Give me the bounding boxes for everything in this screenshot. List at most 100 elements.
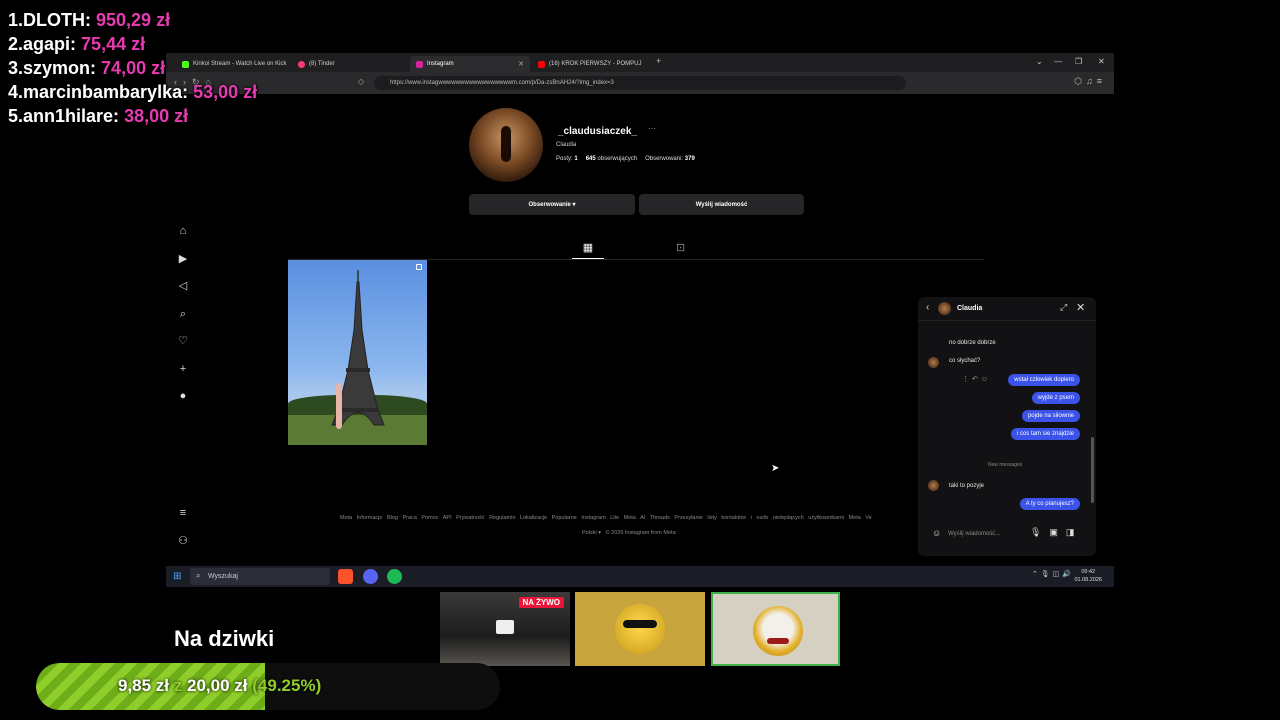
following-count[interactable]: Obserwowani: 379 — [645, 156, 695, 162]
message-incoming: no dobrze dobrze — [949, 340, 996, 346]
direct-icon[interactable]: ◁ — [176, 279, 190, 293]
posts-grid-icon[interactable]: ▦ — [572, 241, 604, 259]
chat-panel: ‹ Claudia ⤢ ✕ no dobrze dobrze co słycha… — [918, 297, 1096, 556]
new-messages-divider: New messages — [988, 462, 1023, 468]
tab-label: Instagram — [427, 61, 454, 67]
leaderboard-amount: 950,29 zł — [96, 10, 171, 30]
taskbar-search[interactable]: Wyszukaj — [190, 568, 330, 585]
leaderboard-row: 5.ann1hilare: 38,00 zł — [8, 104, 257, 128]
close-icon[interactable]: ✕ — [1076, 301, 1085, 314]
close-window-icon[interactable]: ✕ — [1098, 57, 1105, 66]
chat-scrollbar[interactable] — [1091, 437, 1094, 503]
tab-label: (8) Tinder — [309, 61, 335, 67]
chat-header: ‹ Claudia ⤢ ✕ — [918, 297, 1096, 321]
search-icon[interactable]: ⌕ — [176, 307, 190, 321]
message-outgoing: A ty co planujesz? — [1019, 498, 1080, 510]
donation-leaderboard: 1.DLOTH: 950,29 zł 2.agapi: 75,44 zł 3.s… — [8, 8, 257, 128]
youtube-icon — [538, 60, 545, 68]
sunglasses-icon — [623, 620, 657, 628]
message-incoming: co słychać? — [949, 358, 981, 364]
webcam-tile-live: NA ŻYWO — [440, 592, 570, 666]
profile-stats: Posty: 1 645 obserwujących Obserwowani: … — [556, 156, 695, 162]
joker-face-icon — [753, 606, 803, 656]
windows-taskbar: ⊞ Wyszukaj ⌕ ⌃🎙◫🔊 09:42 01.08.2026 — [166, 566, 1114, 587]
profile-avatar-icon[interactable]: ● — [176, 389, 190, 403]
brave-icon[interactable] — [338, 569, 353, 584]
chat-avatar[interactable] — [938, 302, 951, 315]
mouse-cursor-icon: ➤ — [771, 463, 780, 474]
footer-links[interactable]: Meta Informacje Blog Praca Pomoc API Pry… — [340, 515, 872, 521]
url-input[interactable]: https://www.instagwwwwwwwwwwwwwwwwwm.com… — [374, 76, 906, 90]
post-person — [336, 383, 342, 429]
followers-count[interactable]: 645 obserwujących — [586, 156, 637, 162]
home-icon[interactable]: ⌂ — [176, 224, 190, 238]
language-select[interactable]: Polski ▾ — [582, 530, 601, 536]
bookmark-icon[interactable]: ◇ — [358, 77, 364, 86]
back-arrow-icon[interactable]: ‹ — [926, 302, 929, 313]
live-badge: NA ŻYWO — [518, 597, 564, 608]
heart-icon[interactable]: ♡ — [176, 334, 190, 348]
leaderboard-amount: 74,00 zł — [101, 58, 166, 78]
create-icon[interactable]: + — [176, 362, 190, 376]
search-icon: ⌕ — [196, 571, 201, 580]
goal-current: 9,85 zł — [118, 676, 170, 695]
more-options-icon[interactable]: ··· — [648, 124, 656, 133]
goal-text: 9,85 zł z 20,00 zł (49.25%) — [118, 676, 321, 696]
windows-start-icon[interactable]: ⊞ — [173, 571, 181, 582]
extensions-icon[interactable]: ⬡♫≡ — [1074, 76, 1106, 87]
address-bar: ‹›↻⌂ ◇ https://www.instagwwwwwwwwwwwwwww… — [166, 72, 1114, 94]
meta-apps-icon[interactable]: ⚇ — [176, 534, 190, 548]
eiffel-tower-image — [331, 270, 385, 426]
restore-icon[interactable]: ❐ — [1075, 57, 1082, 66]
leaderboard-amount: 53,00 zł — [193, 82, 258, 102]
goal-title: Na dziwki — [174, 626, 275, 651]
tab-instagram[interactable]: Instagram ✕ — [410, 56, 530, 72]
message-outgoing: i cos tam sie znajdzie — [1010, 428, 1080, 440]
goal-percent: (49.25%) — [252, 676, 322, 695]
webcam-tile-emoji — [575, 592, 705, 666]
profile-fullname: Claudia — [556, 142, 577, 148]
leaderboard-row: 4.marcinbambarylka: 53,00 zł — [8, 80, 257, 104]
instagram-page: ⌂ ▶ ◁ ⌕ ♡ + ● ≡ ⚇ _claudusiaczek_ ··· Cl… — [166, 94, 1114, 566]
posts-count: Posty: 1 — [556, 156, 578, 162]
send-message-button[interactable]: Wyślij wiadomość — [639, 194, 804, 215]
tab-label: (16) KROK PIERWSZY - POMPUJ — [549, 61, 642, 67]
leaderboard-name: 2.agapi: — [8, 34, 77, 54]
taskbar-clock[interactable]: 09:42 01.08.2026 — [1074, 568, 1102, 584]
carousel-icon — [416, 264, 422, 270]
message-outgoing: wstał człowiek dopiero — [1008, 374, 1080, 386]
tab-tinder[interactable]: (8) Tinder — [292, 56, 404, 72]
chevron-down-icon[interactable]: ⌄ — [1036, 57, 1043, 66]
discord-icon[interactable] — [363, 569, 378, 584]
system-tray-icons[interactable]: ⌃🎙◫🔊 — [1032, 570, 1074, 578]
leaderboard-name: 4.marcinbambarylka: — [8, 82, 189, 102]
emoji-face-icon — [615, 604, 665, 654]
leaderboard-amount: 75,44 zł — [81, 34, 146, 54]
minimize-icon[interactable]: — — [1054, 57, 1062, 66]
new-tab-button[interactable]: + — [656, 56, 661, 66]
chat-contact-name[interactable]: Claudia — [957, 305, 982, 312]
following-button[interactable]: Obserwowanie ▾ — [469, 194, 635, 215]
attach-icons[interactable]: 🎙▣◨ — [1030, 527, 1082, 538]
tab-youtube[interactable]: (16) KROK PIERWSZY - POMPUJ — [532, 56, 652, 72]
message-actions-icon[interactable]: ⋮↶☺ — [962, 375, 991, 383]
goal-target: 20,00 zł — [187, 676, 248, 695]
message-incoming: taki to pozyje — [949, 483, 985, 489]
expand-icon[interactable]: ⤢ — [1060, 302, 1067, 313]
reels-icon[interactable]: ▶ — [176, 252, 190, 266]
close-tab-icon[interactable]: ✕ — [518, 60, 524, 68]
message-outgoing: pojde na siłownie — [1021, 410, 1080, 422]
profile-avatar[interactable] — [469, 108, 543, 182]
post-thumbnail[interactable] — [288, 260, 427, 445]
sender-avatar — [928, 480, 939, 491]
leaderboard-name: 3.szymon: — [8, 58, 97, 78]
tab-bar: Kinkoi Stream - Watch Live on Kick (8) T… — [166, 53, 1114, 72]
spotify-icon[interactable] — [387, 569, 402, 584]
goal-separator: z — [173, 676, 183, 695]
tinder-icon — [298, 60, 305, 68]
profile-username: _claudusiaczek_ — [558, 126, 637, 137]
tagged-icon[interactable]: ⊡ — [676, 241, 685, 254]
menu-icon[interactable]: ≡ — [176, 506, 190, 520]
webcam-tile-joker — [711, 592, 840, 666]
leaderboard-row: 1.DLOTH: 950,29 zł — [8, 8, 257, 32]
